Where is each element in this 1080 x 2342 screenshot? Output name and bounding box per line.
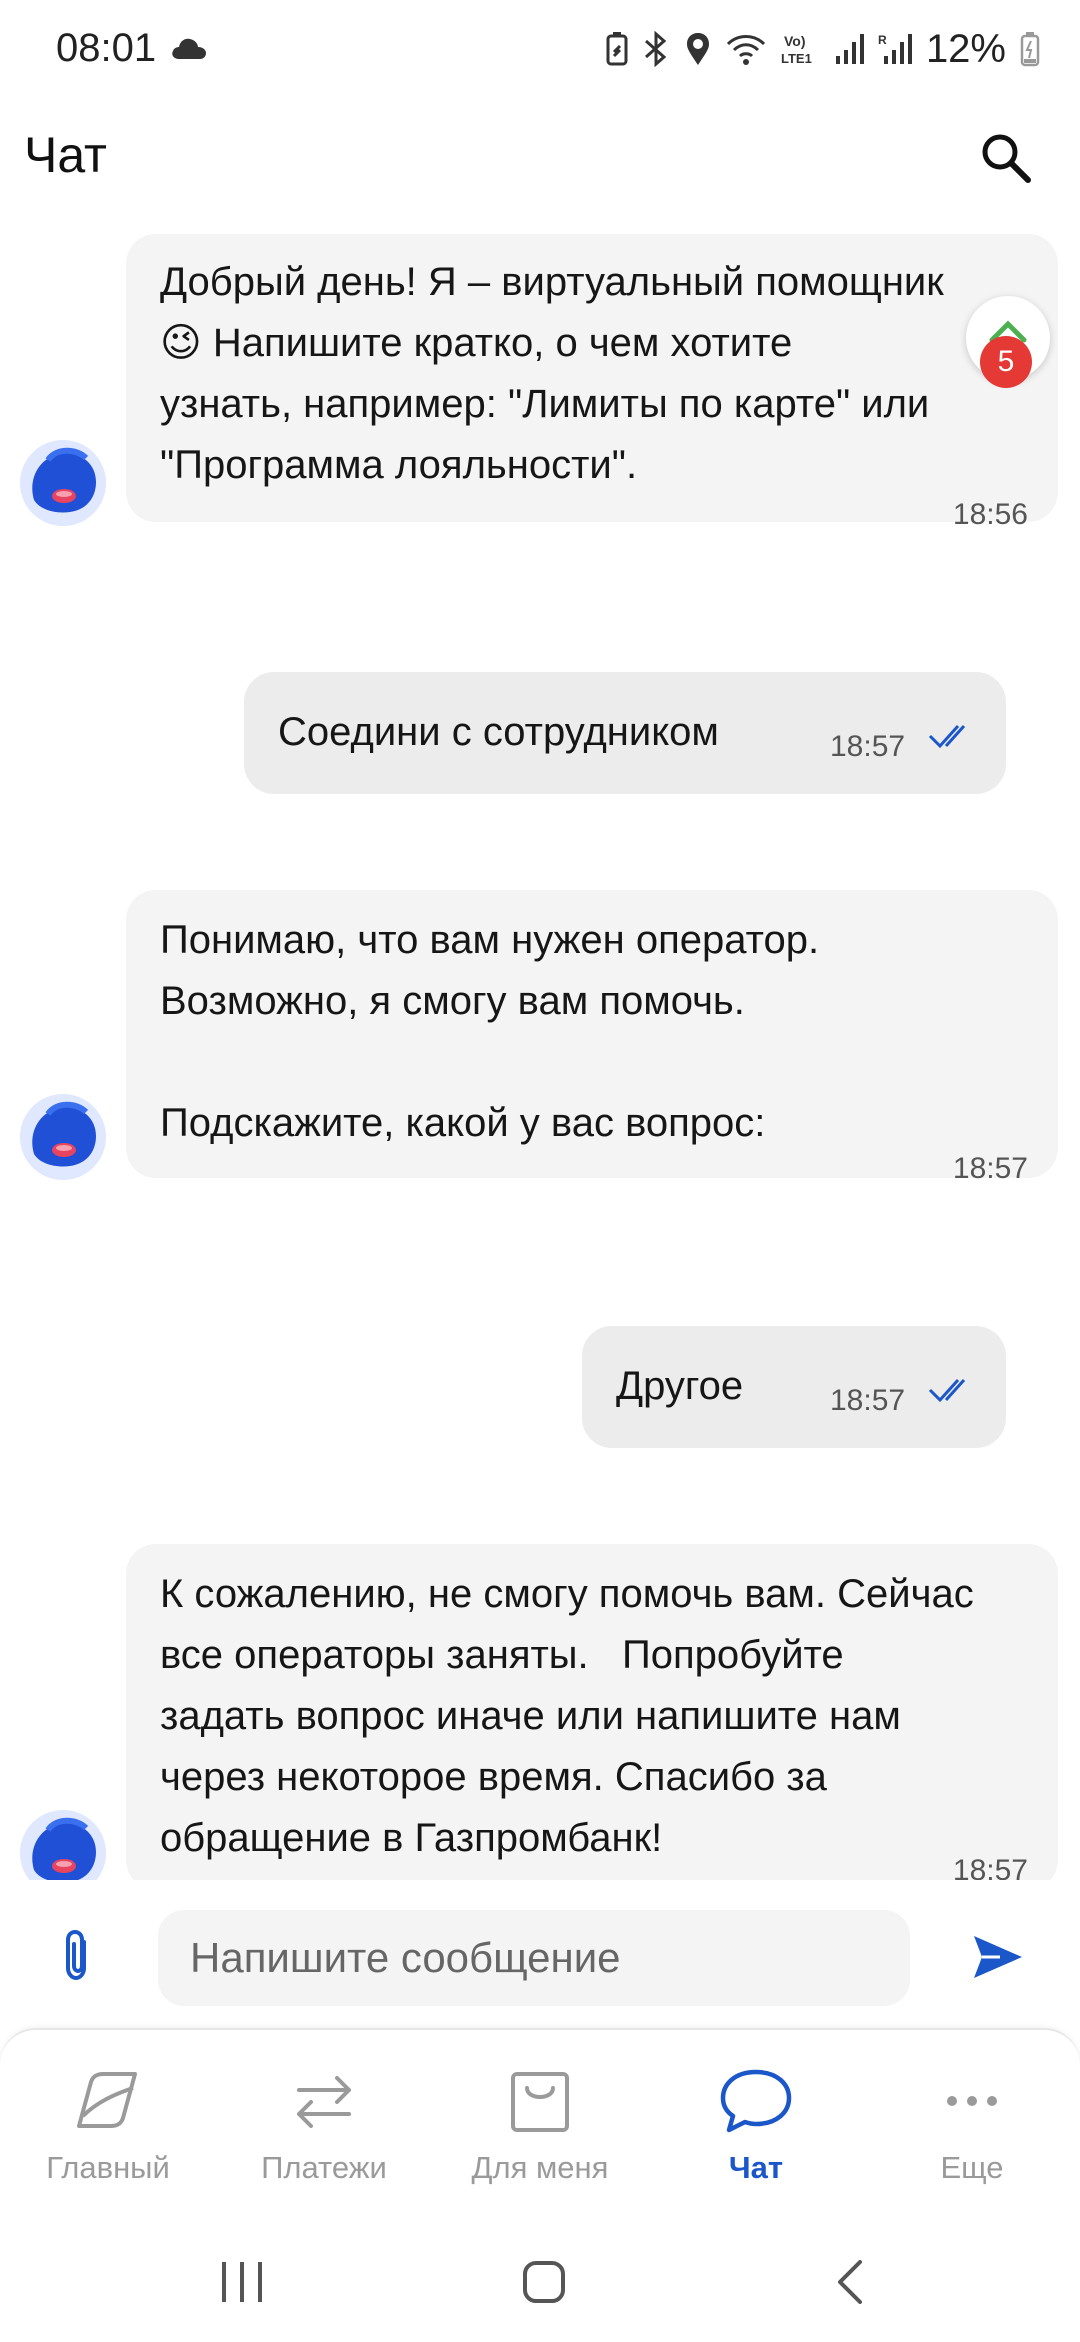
cloud-icon xyxy=(172,38,206,59)
status-icons: Vo) LTE1 R 12% xyxy=(606,24,1040,74)
location-icon xyxy=(686,33,709,65)
status-time: 08:01 xyxy=(56,26,157,70)
message-time: 18:56 xyxy=(952,498,1028,531)
bot-avatar xyxy=(20,440,106,526)
message-time: 18:57 xyxy=(830,730,906,763)
message-text: Другое xyxy=(616,1364,744,1408)
shopping-bag-icon xyxy=(511,2072,569,2132)
signal-icon xyxy=(835,34,864,64)
home-card-icon xyxy=(77,2072,137,2128)
double-check-icon xyxy=(928,1378,966,1403)
nav-label: Чат xyxy=(728,2150,784,2185)
home-button-icon[interactable] xyxy=(522,2260,566,2304)
user-message: Соедини с сотрудником 18:57 xyxy=(244,672,1006,794)
status-bar: 08:01 Vo) LTE1 R 12% xyxy=(0,0,1080,100)
battery-percent: 12% xyxy=(925,26,1006,71)
svg-text:LTE1: LTE1 xyxy=(781,51,812,66)
nav-label: Платежи xyxy=(261,2150,387,2185)
more-dots-icon xyxy=(947,2096,997,2106)
bot-message: К сожалению, не смогу помочь вам. Сейчас… xyxy=(126,1544,1058,1880)
bot-mascot-icon xyxy=(20,1094,106,1180)
transfer-arrows-icon xyxy=(297,2076,351,2128)
bot-mascot-icon xyxy=(20,1810,106,1880)
battery-icon xyxy=(1020,32,1040,67)
svg-text:R: R xyxy=(878,33,887,47)
message-time: 18:57 xyxy=(952,1854,1028,1880)
page-title: Чат xyxy=(24,127,107,183)
message-time: 18:57 xyxy=(952,1152,1028,1185)
composer xyxy=(0,1900,1080,2010)
user-message: Другое 18:57 xyxy=(582,1326,1006,1448)
battery-saver-icon xyxy=(606,32,628,66)
chat-bubble-icon xyxy=(720,2069,792,2133)
signal-roaming-icon: R xyxy=(878,33,912,64)
volte-icon: Vo) LTE1 xyxy=(781,33,812,66)
unread-count-badge: 5 xyxy=(980,336,1032,388)
bot-message: Добрый день! Я – виртуальный помощник 😉 … xyxy=(126,234,1058,531)
bot-avatar xyxy=(20,1810,106,1880)
message-text: К сожалению, не смогу помочь вам. Сейчас… xyxy=(160,1572,974,1860)
nav-label: Еще xyxy=(940,2150,1004,2185)
double-check-icon xyxy=(928,724,966,749)
nav-label: Главный xyxy=(46,2150,170,2185)
bot-avatar xyxy=(20,1094,106,1180)
wifi-icon xyxy=(726,35,765,65)
message-input[interactable] xyxy=(158,1910,910,2006)
send-icon[interactable] xyxy=(970,1932,1026,1982)
system-nav-bar xyxy=(0,2220,1080,2340)
chat-history[interactable]: Добрый день! Я – виртуальный помощник 😉 … xyxy=(0,210,1080,1880)
message-text: Понимаю, что вам нужен оператор. Возможн… xyxy=(160,918,820,1145)
search-icon[interactable] xyxy=(976,128,1036,188)
bluetooth-icon xyxy=(644,31,667,67)
message-text: Добрый день! Я – виртуальный помощник 😉 … xyxy=(160,260,944,487)
paperclip-icon[interactable] xyxy=(54,1928,104,1984)
nav-label: Для меня xyxy=(471,2150,609,2185)
bot-mascot-icon xyxy=(20,440,106,526)
back-icon[interactable] xyxy=(834,2260,864,2304)
message-time: 18:57 xyxy=(830,1384,906,1417)
bot-message: Понимаю, что вам нужен оператор. Возможн… xyxy=(126,890,1058,1185)
recent-apps-icon[interactable] xyxy=(218,2260,266,2304)
svg-text:Vo): Vo) xyxy=(784,33,806,49)
header: Чат xyxy=(0,110,1080,200)
